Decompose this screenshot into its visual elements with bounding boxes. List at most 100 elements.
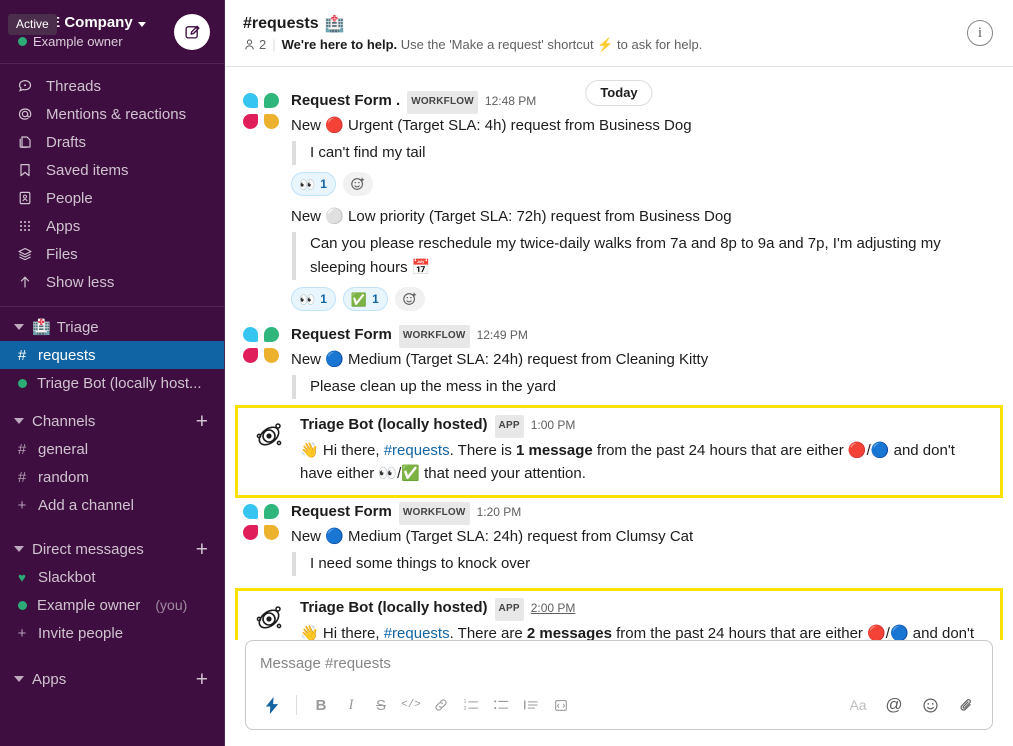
link-icon[interactable] [427,691,455,719]
message-timestamp[interactable]: 12:49 PM [477,325,528,345]
reaction-pill[interactable]: ✅ 1 [342,287,388,311]
sidebar-add-a-channel[interactable]: + Add a channel [0,491,224,519]
topic-rest-before: Use the 'Make a request' shortcut [397,36,598,52]
message-author[interactable]: Request Form [291,325,392,345]
channel-title-button[interactable]: #requests 🏥 [243,14,967,34]
sidebar-dm-example-owner[interactable]: Example owner (you) [0,591,224,619]
sidebar-item-drafts[interactable]: Drafts [0,128,224,156]
add-reaction-button[interactable] [342,172,373,196]
reaction-pill[interactable]: 👀 1 [291,287,336,311]
at-icon [16,106,34,122]
add-channel-plus-icon[interactable]: + [196,411,208,432]
member-count-button[interactable]: 2 [243,37,266,52]
sidebar-item-people[interactable]: People [0,184,224,212]
date-divider-pill[interactable]: Today [585,80,653,106]
workspace-user-row[interactable]: Example owner [16,34,174,49]
code-block-icon[interactable] [547,691,575,719]
message-timestamp[interactable]: 1:20 PM [477,502,522,522]
mention-at-icon[interactable]: @ [880,691,908,719]
message-quote: I need some things to knock over [292,552,993,576]
message-author[interactable]: Triage Bot (locally hosted) [300,598,488,618]
workspace-user-label: Example owner [33,34,123,49]
message-timestamp[interactable]: 1:00 PM [531,415,576,435]
threads-icon [16,78,34,94]
highlighted-message-box: Triage Bot (locally hosted) APP 1:00 PM … [235,405,1003,498]
hash-icon: # [17,440,27,458]
channel-mention-link[interactable]: #requests [384,442,450,459]
message-timestamp[interactable]: 2:00 PM [531,598,576,618]
add-reaction-button[interactable] [394,287,425,311]
hospital-emoji-icon: 🏥 [324,15,345,33]
sidebar: ACME Company Example owner Active Thread… [0,0,225,746]
bold-icon[interactable]: B [307,691,335,719]
reaction-count: 1 [320,292,327,306]
drafts-icon [16,134,34,150]
sidebar-section-channels[interactable]: Channels + [0,407,224,435]
new-dm-plus-icon[interactable]: + [196,539,208,560]
sidebar-item-files[interactable]: Files [0,240,224,268]
formatting-aa-icon[interactable]: Aa [844,691,872,719]
check-emoji-icon: ✅ [401,465,420,482]
code-icon[interactable]: </> [397,691,425,719]
workspace-header[interactable]: ACME Company Example owner Active [0,0,224,64]
compose-button[interactable] [174,13,210,50]
sidebar-dm-triage-bot[interactable]: Triage Bot (locally host... [0,369,224,397]
sidebar-dm-slackbot[interactable]: ♥ Slackbot [0,563,224,591]
presence-active-icon [18,37,27,46]
strikethrough-icon[interactable]: S [367,691,395,719]
sidebar-section-direct-messages[interactable]: Direct messages + [0,535,224,563]
bulleted-list-icon[interactable] [487,691,515,719]
avatar [252,598,288,640]
greeting-text: Hi there, [318,442,384,459]
message-item: Request Form WORKFLOW 1:20 PM New 🔵 Medi… [225,502,1013,576]
sidebar-item-show-less[interactable]: Show less [0,268,224,296]
sidebar-item-threads[interactable]: Threads [0,72,224,100]
files-stack-icon [16,246,34,262]
reaction-pill[interactable]: 👀 1 [291,172,336,196]
message-header: Request Form WORKFLOW 1:20 PM [291,502,993,526]
message-composer[interactable]: Message #requests B I S </> 12 Aa @ [245,640,993,730]
avatar [243,91,279,196]
message-count-strong: 1 message [516,442,593,459]
channel-label: general [38,440,89,458]
ordered-list-icon[interactable]: 12 [457,691,485,719]
app-badge: APP [494,415,524,438]
highlighted-message-box: Triage Bot (locally hosted) APP 2:00 PM … [235,588,1003,640]
emoji-icon[interactable] [916,691,944,719]
attachment-clip-icon[interactable] [952,691,980,719]
message-item: Request Form . WORKFLOW 12:48 PM New 🔴 U… [225,91,1013,196]
message-item: Triage Bot (locally hosted) APP 1:00 PM … [244,415,994,485]
sidebar-channel-general[interactable]: # general [0,435,224,463]
mid-text-2: from the past 24 hours that are either [611,625,868,640]
italic-icon[interactable]: I [337,691,365,719]
blockquote-icon[interactable] [517,691,545,719]
composer-wrapper: Message #requests B I S </> 12 Aa @ [225,640,1013,746]
sidebar-channel-requests[interactable]: # requests [0,341,224,369]
message-count-strong: 2 messages [526,625,612,640]
message-item: Request Form WORKFLOW 12:49 PM New 🔵 Med… [225,325,1013,399]
add-reaction-icon [402,292,416,305]
add-app-plus-icon[interactable]: + [196,669,208,690]
channel-info-button[interactable]: i [967,20,993,46]
you-suffix-label: (you) [155,597,188,613]
sidebar-item-label: Apps [46,217,81,235]
sidebar-section-apps[interactable]: Apps + [0,665,224,693]
channel-topic[interactable]: We're here to help. Use the 'Make a requ… [282,37,703,53]
sidebar-item-saved[interactable]: Saved items [0,156,224,184]
message-input[interactable]: Message #requests [246,641,992,685]
shortcuts-bolt-icon[interactable] [258,691,286,719]
blue-circle-emoji-icon: 🔵 [889,625,909,640]
sidebar-item-apps[interactable]: Apps [0,212,224,240]
sidebar-channel-random[interactable]: # random [0,463,224,491]
channel-mention-link[interactable]: #requests [384,625,450,640]
add-reaction-icon [351,177,365,190]
message-author[interactable]: Request Form [291,502,392,522]
sidebar-section-triage[interactable]: 🏥 Triage [0,313,224,341]
message-author[interactable]: Request Form . [291,91,400,111]
sidebar-invite-people[interactable]: + Invite people [0,619,224,647]
message-timestamp[interactable]: 12:48 PM [485,91,536,111]
red-circle-emoji-icon: 🔴 [867,625,886,640]
message-author[interactable]: Triage Bot (locally hosted) [300,415,488,435]
svg-text:1: 1 [463,699,466,705]
sidebar-item-mentions[interactable]: Mentions & reactions [0,100,224,128]
